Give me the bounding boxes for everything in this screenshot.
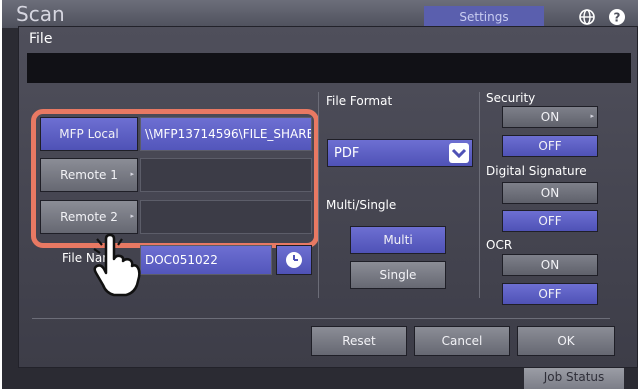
column-divider [479, 92, 480, 298]
security-on-label: ON [540, 110, 560, 124]
security-label: Security [486, 91, 536, 105]
app-title: Scan [16, 2, 65, 26]
corner-arrow-icon: ▸ [590, 112, 594, 120]
ocr-on-button[interactable]: ON [502, 254, 598, 276]
svg-text:?: ? [614, 11, 621, 25]
ocr-label: OCR [486, 238, 513, 252]
ok-button[interactable]: OK [517, 326, 615, 356]
digital-signature-on-button[interactable]: ON [502, 182, 598, 204]
digital-signature-off-button[interactable]: OFF [502, 210, 598, 232]
digital-signature-label: Digital Signature [486, 164, 587, 178]
dialog-message-bar [27, 53, 631, 83]
single-button[interactable]: Single [350, 261, 446, 289]
security-off-button[interactable]: OFF [502, 135, 598, 157]
globe-icon[interactable] [576, 6, 598, 28]
destination-highlight-frame [31, 109, 319, 248]
chevron-down-icon [449, 143, 469, 163]
job-status-button[interactable]: Job Status [524, 366, 624, 389]
cancel-button[interactable]: Cancel [414, 326, 510, 356]
column-divider [318, 92, 319, 298]
screen: Scan Settings ? Job Status File MFP Loca… [2, 0, 638, 389]
clock-icon [286, 252, 302, 268]
date-time-button[interactable] [276, 245, 312, 275]
settings-tab[interactable]: Settings [424, 6, 544, 28]
security-on-button[interactable]: ON ▸ [502, 106, 598, 128]
pointing-hand-icon [93, 233, 141, 297]
help-icon[interactable]: ? [606, 6, 628, 28]
app-header: Scan Settings ? [2, 0, 638, 28]
multi-single-label: Multi/Single [326, 198, 397, 212]
file-format-select[interactable]: PDF [327, 139, 473, 167]
file-format-label: File Format [326, 94, 393, 108]
footer-divider [32, 318, 610, 319]
multi-button[interactable]: Multi [350, 226, 446, 254]
reset-button[interactable]: Reset [311, 326, 407, 356]
dialog-title: File [29, 31, 53, 47]
ocr-off-button[interactable]: OFF [502, 283, 598, 305]
file-name-field[interactable]: DOC051022 [140, 245, 272, 275]
file-format-value: PDF [334, 146, 360, 161]
